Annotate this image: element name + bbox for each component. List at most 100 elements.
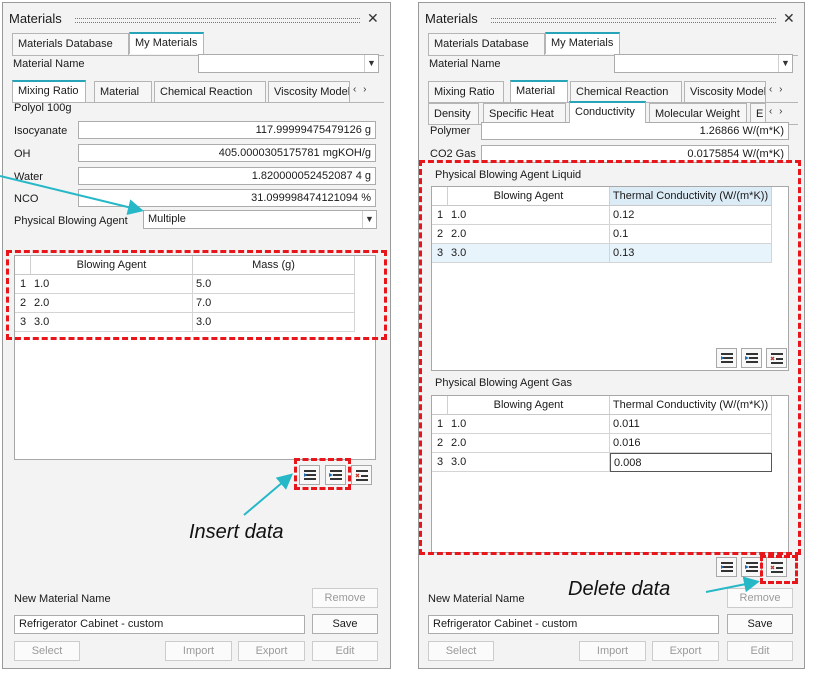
- oh-label: OH: [14, 148, 31, 160]
- tab-my-materials[interactable]: My Materials: [545, 32, 620, 54]
- table-cell-conductivity[interactable]: 0.011: [610, 415, 772, 434]
- delete-row-button[interactable]: [766, 348, 787, 368]
- insert-row-below-button[interactable]: [741, 348, 762, 368]
- table-cell-agent[interactable]: 3.0: [448, 453, 610, 472]
- gas-section-title: Physical Blowing Agent Gas: [435, 377, 572, 389]
- tab-viscosity-model[interactable]: Viscosity Model: [268, 81, 350, 103]
- close-icon[interactable]: ✕: [367, 10, 379, 27]
- tab-scroll-arrows[interactable]: ‹ ›: [353, 84, 368, 95]
- tab-mixing-ratio[interactable]: Mixing Ratio: [428, 81, 504, 103]
- chevron-down-icon[interactable]: ▼: [364, 55, 378, 72]
- material-name-select[interactable]: ▼: [614, 54, 793, 73]
- row-number: 1: [432, 415, 448, 434]
- chevron-down-icon[interactable]: ▼: [778, 55, 792, 72]
- nco-label: NCO: [14, 193, 39, 205]
- table-cell-conductivity[interactable]: 0.12: [610, 206, 772, 225]
- insert-row-below-button[interactable]: [325, 465, 346, 485]
- left-materials-panel: Materials ✕ Materials Database My Materi…: [2, 2, 391, 669]
- delete-row-button[interactable]: [351, 465, 372, 485]
- drag-handle[interactable]: [75, 18, 360, 23]
- table-cell-agent[interactable]: 2.0: [448, 225, 610, 244]
- table-cell-agent[interactable]: 2.0: [448, 434, 610, 453]
- insert-row-above-icon: [304, 470, 316, 480]
- isocyanate-field[interactable]: 117.99999475479126 g: [78, 121, 376, 139]
- edit-button[interactable]: Edit: [312, 641, 378, 661]
- water-field[interactable]: 1.820000052452087 4 g: [78, 167, 376, 185]
- tab-materials-database[interactable]: Materials Database: [12, 33, 129, 55]
- table-cell-agent[interactable]: 1.0: [448, 415, 610, 434]
- row-number: 3: [15, 313, 31, 332]
- column-header-blowing-agent[interactable]: Blowing Agent: [448, 396, 610, 415]
- select-button[interactable]: Select: [14, 641, 80, 661]
- table-cell-mass[interactable]: 3.0: [193, 313, 355, 332]
- table-cell-conductivity[interactable]: 0.016: [610, 434, 772, 453]
- new-material-input[interactable]: Refrigerator Cabinet - custom: [428, 615, 719, 634]
- table-corner: [15, 256, 31, 275]
- export-button[interactable]: Export: [652, 641, 719, 661]
- blowing-agent-select[interactable]: Multiple ▼: [143, 210, 377, 229]
- insert-row-above-button[interactable]: [299, 465, 320, 485]
- column-header-blowing-agent[interactable]: Blowing Agent: [31, 256, 193, 275]
- drag-handle[interactable]: [491, 18, 776, 23]
- close-icon[interactable]: ✕: [783, 10, 795, 27]
- table-cell-conductivity-focused[interactable]: 0.008: [610, 453, 772, 472]
- tab-scroll-arrows[interactable]: ‹ ›: [769, 84, 784, 95]
- new-material-input[interactable]: Refrigerator Cabinet - custom: [14, 615, 305, 634]
- table-cell-agent[interactable]: 2.0: [31, 294, 193, 313]
- delete-row-button[interactable]: [766, 557, 787, 577]
- new-material-label: New Material Name: [14, 593, 111, 605]
- save-button[interactable]: Save: [727, 614, 793, 634]
- table-cell-mass[interactable]: 5.0: [193, 275, 355, 294]
- import-button[interactable]: Import: [579, 641, 646, 661]
- column-header-thermal-conductivity[interactable]: Thermal Conductivity (W/(m*K)): [610, 187, 772, 206]
- co2-gas-field[interactable]: 0.0175854 W/(m*K): [481, 145, 789, 163]
- import-button[interactable]: Import: [165, 641, 232, 661]
- table-cell-agent[interactable]: 3.0: [448, 244, 610, 263]
- column-header-thermal-conductivity[interactable]: Thermal Conductivity (W/(m*K)): [610, 396, 772, 415]
- insert-row-above-button[interactable]: [716, 348, 737, 368]
- tab-material[interactable]: Material: [510, 80, 568, 102]
- tab-materials-database[interactable]: Materials Database: [428, 33, 545, 55]
- tab-viscosity-model[interactable]: Viscosity Model: [684, 81, 766, 103]
- material-name-label: Material Name: [429, 58, 501, 70]
- remove-button[interactable]: Remove: [312, 588, 378, 608]
- table-cell-conductivity[interactable]: 0.13: [610, 244, 772, 263]
- table-cell-agent[interactable]: 3.0: [31, 313, 193, 332]
- save-button[interactable]: Save: [312, 614, 378, 634]
- tab-conductivity[interactable]: Conductivity: [569, 101, 646, 123]
- table-cell-conductivity[interactable]: 0.1: [610, 225, 772, 244]
- edit-button[interactable]: Edit: [727, 641, 793, 661]
- panel-title: Materials: [9, 11, 62, 26]
- tab-density[interactable]: Density: [428, 103, 479, 125]
- row-number: 3: [432, 244, 448, 263]
- table-cell-agent[interactable]: 1.0: [448, 206, 610, 225]
- material-name-select[interactable]: ▼: [198, 54, 379, 73]
- polymer-field[interactable]: 1.26866 W/(m*K): [481, 122, 789, 140]
- chevron-down-icon[interactable]: ▼: [362, 211, 376, 228]
- insert-row-above-icon: [721, 562, 733, 572]
- table-cell-agent[interactable]: 1.0: [31, 275, 193, 294]
- column-header-blowing-agent[interactable]: Blowing Agent: [448, 187, 610, 206]
- blowing-agent-value: Multiple: [148, 213, 186, 225]
- insert-row-below-button[interactable]: [741, 557, 762, 577]
- oh-field[interactable]: 405.0000305175781 mgKOH/g: [78, 144, 376, 162]
- remove-button[interactable]: Remove: [727, 588, 793, 608]
- tab-scroll-arrows[interactable]: ‹ ›: [769, 106, 784, 117]
- export-button[interactable]: Export: [238, 641, 305, 661]
- nco-field[interactable]: 31.099998474121094 %: [78, 189, 376, 207]
- delete-row-icon: [355, 470, 368, 481]
- select-button[interactable]: Select: [428, 641, 494, 661]
- tab-mixing-ratio[interactable]: Mixing Ratio: [12, 80, 86, 102]
- blowing-agent-label: Physical Blowing Agent: [14, 215, 128, 227]
- table-corner: [432, 187, 448, 206]
- table-cell-mass[interactable]: 7.0: [193, 294, 355, 313]
- tab-chemical-reaction[interactable]: Chemical Reaction: [154, 81, 266, 103]
- insert-row-above-button[interactable]: [716, 557, 737, 577]
- row-number: 2: [432, 225, 448, 244]
- liquid-section-title: Physical Blowing Agent Liquid: [435, 169, 582, 181]
- tab-chemical-reaction[interactable]: Chemical Reaction: [570, 81, 682, 103]
- tab-material[interactable]: Material: [94, 81, 152, 103]
- column-header-mass[interactable]: Mass (g): [193, 256, 355, 275]
- tab-my-materials[interactable]: My Materials: [129, 32, 204, 54]
- gas-conductivity-table: Blowing Agent Thermal Conductivity (W/(m…: [431, 395, 789, 553]
